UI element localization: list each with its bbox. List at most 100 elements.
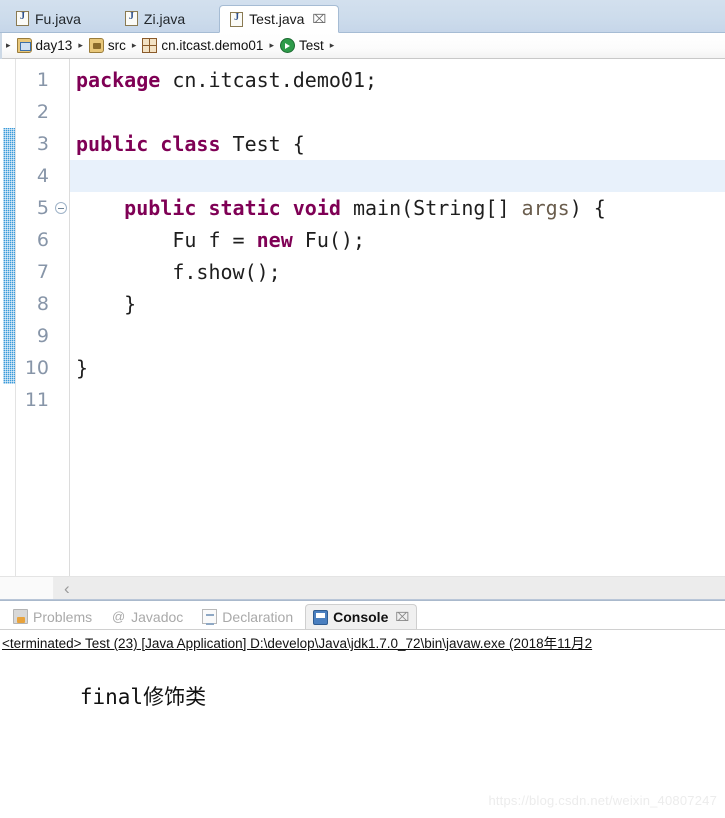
console-tab-label: Console — [333, 609, 389, 625]
annotation-ruler[interactable] — [0, 59, 16, 576]
source-folder-icon — [88, 38, 104, 53]
code-line[interactable]: Fu f = new Fu(); — [70, 224, 725, 256]
line-number: 10 — [24, 357, 49, 379]
chevron-right-icon: ▸ — [269, 40, 274, 50]
folding-row — [53, 192, 69, 224]
folding-ruler[interactable] — [53, 59, 70, 576]
editor-tab-bar: Fu.java Zi.java Test.java ⌧ — [0, 0, 725, 33]
console-tab-label: Problems — [33, 608, 93, 625]
folding-row — [53, 224, 69, 256]
code-token: ) { — [569, 196, 606, 220]
code-token: Fu(); — [292, 228, 365, 252]
line-number: 2 — [36, 101, 49, 123]
close-icon[interactable]: ⌧ — [312, 13, 326, 25]
code-line[interactable]: package cn.itcast.demo01; — [70, 64, 725, 96]
code-token: } — [76, 356, 89, 380]
editor-tab-label: Test.java — [249, 11, 305, 27]
scrollbar-corner — [0, 577, 54, 599]
java-class-icon — [279, 38, 295, 53]
code-line[interactable]: f.show(); — [70, 256, 725, 288]
line-number: 5 — [36, 197, 49, 219]
code-text-area[interactable]: package cn.itcast.demo01; public class T… — [70, 59, 725, 576]
line-number: 8 — [36, 293, 49, 315]
chevron-right-icon: ▸ — [329, 40, 335, 50]
folding-row — [53, 160, 69, 192]
editor-tab-label: Fu.java — [35, 10, 81, 27]
tab-problems[interactable]: Problems — [6, 604, 99, 629]
code-line[interactable]: } — [70, 288, 725, 320]
breadcrumb-item-src[interactable]: src — [87, 38, 128, 53]
code-token: public class — [76, 132, 221, 156]
breadcrumb-label: Test — [298, 38, 324, 53]
chevron-right-icon: ▸ — [78, 40, 83, 50]
code-token: args — [521, 196, 570, 220]
scroll-left-icon[interactable]: ‹ — [54, 580, 70, 597]
tab-javadoc[interactable]: @ Javadoc — [104, 604, 190, 629]
breadcrumb-label: src — [107, 38, 126, 53]
line-number: 4 — [36, 165, 49, 187]
code-token: f.show(); — [76, 260, 281, 284]
folding-row — [53, 256, 69, 288]
close-icon[interactable]: ⌧ — [395, 611, 409, 623]
folding-row — [53, 352, 69, 384]
code-token: public static void — [124, 196, 341, 220]
code-line[interactable] — [70, 96, 725, 128]
chevron-right-icon: ▸ — [131, 40, 137, 50]
code-token: main(String[] — [340, 196, 522, 220]
console-tab-label: Javadoc — [131, 608, 184, 625]
code-line[interactable] — [70, 160, 725, 192]
line-number: 1 — [36, 69, 49, 91]
folding-row — [53, 288, 69, 320]
line-number: 7 — [36, 261, 49, 283]
breadcrumb-item-project[interactable]: day13 — [15, 38, 75, 53]
breadcrumb-item-package[interactable]: cn.itcast.demo01 — [140, 38, 265, 53]
console-status-line: <terminated> Test (23) [Java Application… — [0, 629, 725, 654]
breadcrumb-item-class[interactable]: Test — [278, 38, 326, 53]
folding-row — [53, 64, 69, 96]
line-number: 11 — [24, 389, 49, 411]
code-line[interactable]: } — [70, 352, 725, 384]
chevron-right-icon: ▸ — [6, 40, 11, 50]
package-icon — [142, 38, 158, 53]
eclipse-ide-window: Fu.java Zi.java Test.java ⌧ ▸ day13 ▸ sr… — [0, 0, 725, 818]
line-number: 3 — [36, 133, 49, 155]
code-editor: 1 2 3 4 5 6 7 8 9 10 11 package cn.itcast.demo01; … — [0, 59, 725, 600]
tab-console[interactable]: Console ⌧ — [305, 604, 418, 629]
console-output[interactable]: final修饰类 https://blog.csdn.net/weixin_40… — [0, 654, 725, 818]
code-line[interactable] — [70, 384, 725, 416]
java-project-icon — [16, 38, 32, 53]
tab-declaration[interactable]: Declaration — [195, 604, 300, 629]
java-file-icon — [16, 11, 29, 26]
console-output-text: final修饰类 — [79, 685, 207, 709]
editor-horizontal-scrollbar[interactable]: ‹ — [0, 576, 725, 599]
console-tab-bar: Problems @ Javadoc Declaration Console ⌧ — [0, 601, 725, 629]
java-file-icon — [230, 11, 244, 27]
folding-row — [53, 96, 69, 128]
folding-row — [53, 320, 69, 352]
scrollbar-track[interactable]: ‹ — [54, 577, 725, 599]
code-token: cn.itcast.demo01; — [160, 68, 378, 92]
editor-tab-zi-java[interactable]: Zi.java — [115, 5, 197, 32]
breadcrumb: ▸ day13 ▸ src ▸ cn.itcast.demo01 ▸ Test … — [0, 33, 725, 59]
editor-tab-fu-java[interactable]: Fu.java — [6, 5, 93, 32]
code-token: new — [256, 228, 293, 252]
editor-tab-test-java[interactable]: Test.java ⌧ — [219, 5, 340, 33]
declaration-icon — [202, 609, 218, 625]
java-file-icon — [124, 11, 138, 26]
code-line[interactable]: public static void main(String[] args) { — [70, 192, 725, 224]
console-status-text: <terminated> Test (23) [Java Application… — [2, 636, 593, 651]
editor-body: 1 2 3 4 5 6 7 8 9 10 11 package cn.itcast.demo01; … — [0, 59, 725, 576]
console-panel: Problems @ Javadoc Declaration Console ⌧… — [0, 600, 725, 818]
editor-tab-label: Zi.java — [143, 10, 186, 27]
code-token: Fu f = — [76, 228, 257, 252]
folding-row — [53, 384, 69, 416]
watermark: https://blog.csdn.net/weixin_40807247 — [488, 793, 717, 808]
code-line[interactable] — [70, 320, 725, 352]
code-line[interactable]: public class Test { — [70, 128, 725, 160]
javadoc-icon: @ — [112, 609, 126, 624]
change-bar — [3, 128, 15, 384]
code-token: } — [76, 292, 137, 316]
collapse-icon[interactable] — [55, 202, 67, 214]
code-token: package — [76, 68, 161, 92]
